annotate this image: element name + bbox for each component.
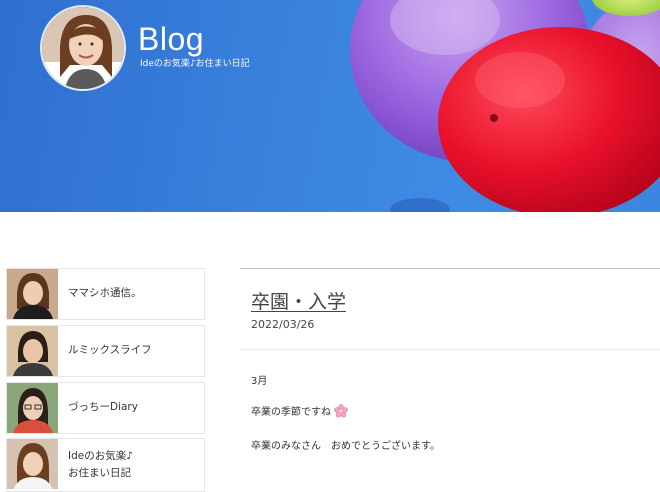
blogger-item-mamashiho[interactable]: ママシホ通信。 [6, 268, 205, 320]
blogger-item-ide-diary[interactable]: Ideのお気楽♪ お住まい日記 [6, 438, 205, 492]
post-paragraph: 卒業の季節ですね [251, 403, 348, 421]
author-avatar[interactable] [40, 5, 126, 91]
site-tagline: Ideのお気楽♪お住まい日記 [140, 59, 250, 69]
blogger-item-lumix-life[interactable]: ルミックスライフ [6, 325, 205, 377]
blogger-item-label: ルミックスライフ [68, 344, 152, 356]
post-paragraph-text: 卒業の季節ですね [251, 407, 331, 418]
header-banner: Blog Ideのお気楽♪お住まい日記 [0, 0, 660, 212]
post-paragraph: 3月 [251, 376, 268, 387]
site-title[interactable]: Blog [138, 19, 204, 59]
blogger-avatar [7, 326, 58, 376]
blogger-item-label: Ideのお気楽♪ お住まい日記 [68, 448, 133, 482]
cherry-blossom-icon [334, 403, 348, 421]
blogger-item-label-line1: Ideのお気楽♪ [68, 450, 133, 462]
post-title-link[interactable]: 卒園・入学 [251, 290, 346, 314]
post-paragraph: 卒業のみなさん おめでとうございます。 [251, 441, 440, 452]
blogger-avatar [7, 439, 58, 489]
blogger-item-zucchi-diary[interactable]: づっちーDiary [6, 382, 205, 434]
post-date: 2022/03/26 [251, 318, 315, 331]
post-header-divider [240, 349, 660, 350]
content-top-divider [240, 268, 660, 269]
blogger-avatar [7, 383, 58, 433]
blogger-item-label-line2: お住まい日記 [68, 467, 131, 479]
blogger-item-label: づっちーDiary [68, 401, 138, 413]
blogger-item-label: ママシホ通信。 [68, 287, 142, 299]
blogger-avatar [7, 269, 58, 319]
